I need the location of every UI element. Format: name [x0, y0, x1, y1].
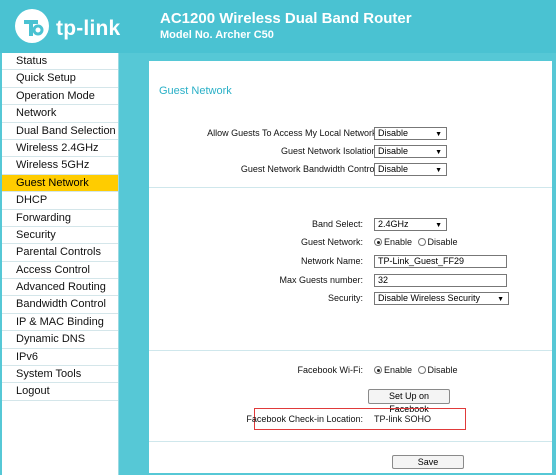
sidebar-item-dhcp[interactable]: DHCP — [2, 192, 118, 210]
page-title: Guest Network — [159, 85, 232, 97]
sidebar-item-ipv6[interactable]: IPv6 — [2, 349, 118, 367]
allow-local-label: Allow Guests To Access My Local Network: — [207, 128, 379, 138]
sidebar-item-network[interactable]: Network — [2, 105, 118, 123]
guest-disable-radio[interactable] — [417, 238, 426, 246]
bandwidth-select[interactable]: Disable ▼ — [374, 163, 447, 176]
network-name-label: Network Name: — [300, 256, 363, 266]
guest-enable-label: Enable — [384, 237, 413, 247]
sidebar-item-wireless-2-4ghz[interactable]: Wireless 2.4GHz — [2, 140, 118, 158]
security-value: Disable Wireless Security — [378, 293, 481, 303]
facebook-enable-radio[interactable] — [374, 366, 382, 374]
logo-text: tp-link — [56, 17, 121, 40]
guest-network-label: Guest Network: — [300, 237, 363, 247]
product-title: AC1200 Wireless Dual Band Router — [160, 10, 412, 27]
header-bar: tp-link AC1200 Wireless Dual Band Router… — [0, 0, 556, 53]
guest-disable-label: Disable — [427, 237, 458, 247]
bandwidth-value: Disable — [378, 164, 409, 174]
sidebar-item-security[interactable]: Security — [2, 227, 118, 245]
bandwidth-label: Guest Network Bandwidth Control: — [240, 164, 379, 174]
sidebar-item-operation-mode[interactable]: Operation Mode — [2, 88, 118, 106]
sidebar-item-access-control[interactable]: Access Control — [2, 262, 118, 280]
sidebar-item-dynamic-dns[interactable]: Dynamic DNS — [2, 331, 118, 349]
max-guests-label: Max Guests number: — [279, 275, 363, 285]
security-select[interactable]: Disable Wireless Security ▼ — [374, 292, 509, 305]
section-divider — [149, 441, 552, 442]
tp-link-logo-icon — [15, 9, 49, 43]
sidebar-item-quick-setup[interactable]: Quick Setup — [2, 70, 118, 88]
allow-local-select[interactable]: Disable ▼ — [374, 127, 447, 140]
facebook-disable-radio[interactable] — [417, 366, 426, 374]
sidebar-item-dual-band-selection[interactable]: Dual Band Selection — [2, 123, 118, 140]
facebook-disable-label: Disable — [427, 365, 458, 375]
band-select-value: 2.4GHz — [378, 219, 409, 229]
sidebar-item-logout[interactable]: Logout — [2, 383, 118, 401]
max-guests-value: 32 — [378, 275, 389, 285]
chevron-down-icon: ▼ — [435, 222, 442, 229]
checkin-location-label: Facebook Check-in Location: — [246, 414, 363, 424]
chevron-down-icon: ▼ — [435, 149, 442, 156]
network-name-input[interactable]: TP-Link_Guest_FF29 — [374, 255, 507, 268]
sidebar-item-bandwidth-control[interactable]: Bandwidth Control — [2, 296, 118, 314]
allow-local-value: Disable — [378, 128, 409, 138]
isolation-select[interactable]: Disable ▼ — [374, 145, 447, 158]
sidebar-item-forwarding[interactable]: Forwarding — [2, 210, 118, 227]
section-divider — [149, 187, 552, 188]
facebook-wifi-label: Facebook Wi-Fi: — [297, 365, 363, 375]
guest-enable-radio[interactable] — [374, 238, 382, 246]
security-label: Security: — [327, 293, 363, 303]
sidebar-item-status[interactable]: Status — [2, 53, 118, 71]
chevron-down-icon: ▼ — [497, 296, 504, 303]
chevron-down-icon: ▼ — [435, 131, 442, 138]
save-button[interactable]: Save — [392, 455, 464, 469]
band-select-label: Band Select: — [311, 219, 363, 229]
tp-link-logo: tp-link — [14, 8, 132, 48]
product-model: Model No. Archer C50 — [160, 29, 274, 41]
band-select[interactable]: 2.4GHz ▼ — [374, 218, 447, 231]
guest-network-panel: Guest Network Allow Guests To Access My … — [149, 61, 552, 473]
sidebar-item-advanced-routing[interactable]: Advanced Routing — [2, 279, 118, 297]
sidebar-item-system-tools[interactable]: System Tools — [2, 366, 118, 384]
network-name-value: TP-Link_Guest_FF29 — [378, 256, 465, 266]
sidebar-item-guest-network[interactable]: Guest Network — [2, 174, 118, 193]
isolation-label: Guest Network Isolation: — [280, 146, 379, 156]
checkin-location-value: TP-link SOHO — [374, 414, 432, 424]
sidebar-item-wireless-5ghz[interactable]: Wireless 5GHz — [2, 157, 118, 175]
section-divider — [149, 350, 552, 351]
guest-network-radio-group: Enable Disable — [374, 237, 458, 247]
sidebar-nav: Status Quick Setup Operation Mode Network Du… — [2, 53, 119, 475]
facebook-enable-label: Enable — [384, 365, 413, 375]
setup-facebook-button[interactable]: Set Up on Facebook — [368, 389, 450, 414]
max-guests-input[interactable]: 32 — [374, 274, 507, 287]
sidebar-item-parental-controls[interactable]: Parental Controls — [2, 244, 118, 262]
sidebar-item-ip-mac-binding[interactable]: IP & MAC Binding — [2, 314, 118, 332]
isolation-value: Disable — [378, 146, 409, 156]
main-content: Guest Network Allow Guests To Access My … — [124, 53, 556, 475]
facebook-wifi-radio-group: Enable Disable — [374, 365, 458, 375]
chevron-down-icon: ▼ — [435, 167, 442, 174]
